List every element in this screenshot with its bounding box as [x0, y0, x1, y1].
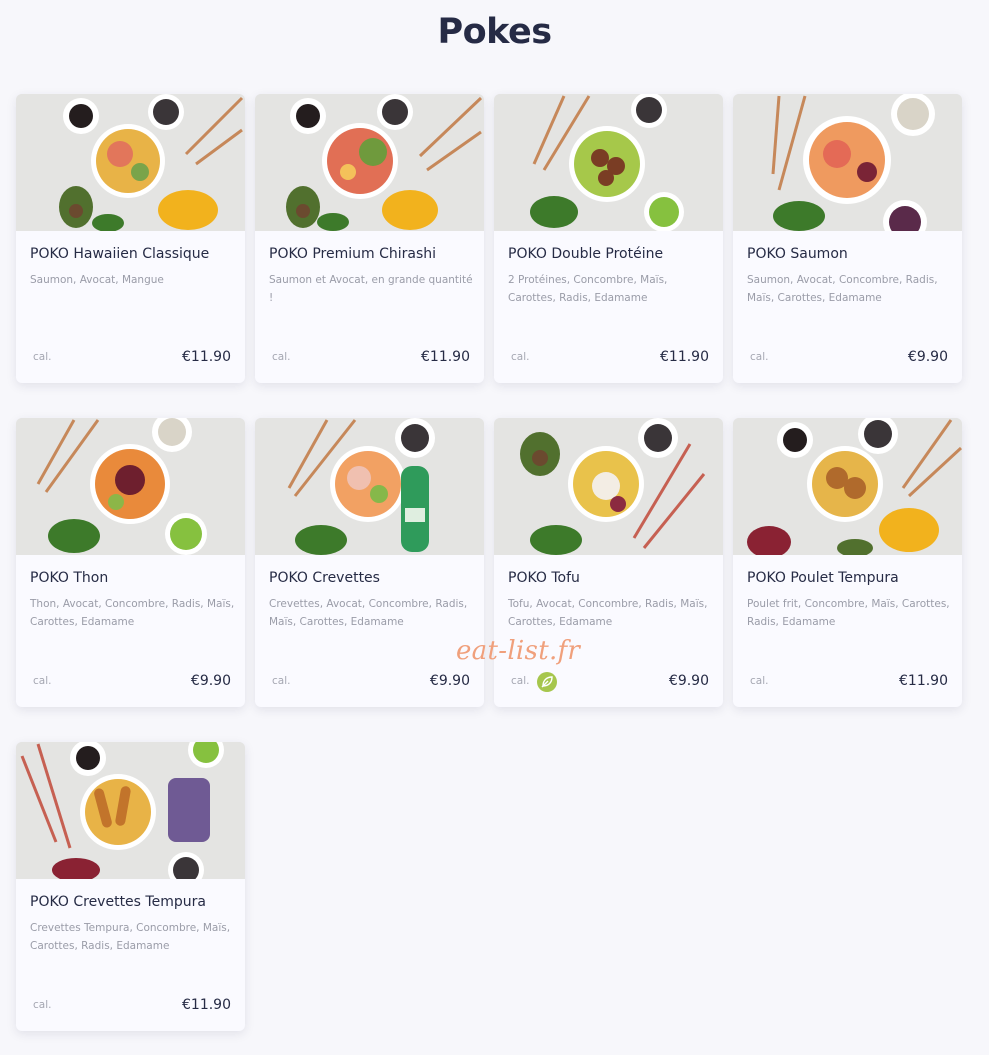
calories-label: cal.: [272, 675, 291, 687]
product-description: Tofu, Avocat, Concombre, Radis, Maïs, Ca…: [508, 598, 708, 628]
calories-label: cal.: [750, 351, 769, 363]
product-name: POKO Double Protéine: [508, 246, 664, 262]
product-price: €11.90: [660, 349, 709, 365]
calories-label: cal.: [750, 675, 769, 687]
product-grid: POKO Hawaiien Classique Saumon, Avocat, …: [16, 94, 962, 1031]
product-price: €11.90: [182, 349, 231, 365]
leaf-icon: [537, 672, 557, 692]
calories-label: cal.: [33, 351, 52, 363]
product-price: €9.90: [429, 673, 470, 689]
product-price: €9.90: [668, 673, 709, 689]
product-card[interactable]: POKO Crevettes Tempura Crevettes Tempura…: [16, 742, 245, 1031]
product-description: Crevettes, Avocat, Concombre, Radis, Maï…: [269, 598, 468, 628]
product-photo: [16, 94, 245, 231]
product-name: POKO Thon: [30, 570, 109, 586]
product-name: POKO Saumon: [747, 246, 848, 262]
product-description: Saumon, Avocat, Mangue: [30, 274, 164, 286]
product-photo: [733, 418, 962, 555]
product-name: POKO Crevettes Tempura: [30, 894, 206, 910]
calories-label: cal.: [33, 675, 52, 687]
product-photo: [494, 94, 723, 231]
product-name: POKO Premium Chirashi: [269, 246, 437, 262]
product-description: Saumon et Avocat, en grande quantité !: [269, 274, 473, 304]
product-price: €9.90: [190, 673, 231, 689]
calories-label: cal.: [272, 351, 291, 363]
product-card[interactable]: POKO Hawaiien Classique Saumon, Avocat, …: [16, 94, 245, 383]
product-description: Crevettes Tempura, Concombre, Maïs, Caro…: [30, 922, 231, 952]
product-name: POKO Poulet Tempura: [747, 570, 899, 586]
product-name: POKO Hawaiien Classique: [30, 246, 210, 262]
product-photo: [16, 418, 245, 555]
product-price: €9.90: [907, 349, 948, 365]
page-title: Pokes: [437, 12, 552, 52]
product-card[interactable]: POKO Saumon Saumon, Avocat, Concombre, R…: [733, 94, 962, 383]
calories-label: cal.: [511, 675, 530, 687]
product-card[interactable]: POKO Premium Chirashi Saumon et Avocat, …: [255, 94, 484, 383]
product-card[interactable]: POKO Poulet Tempura Poulet frit, Concomb…: [733, 418, 962, 707]
product-price: €11.90: [421, 349, 470, 365]
product-card[interactable]: POKO Crevettes Crevettes, Avocat, Concom…: [255, 418, 484, 707]
product-card[interactable]: POKO Double Protéine 2 Protéines, Concom…: [494, 94, 723, 383]
product-photo: [733, 94, 962, 231]
product-description: Poulet frit, Concombre, Maïs, Carottes, …: [747, 598, 950, 628]
product-card[interactable]: POKO Thon Thon, Avocat, Concombre, Radis…: [16, 418, 245, 707]
product-description: 2 Protéines, Concombre, Maïs, Carottes, …: [508, 274, 668, 304]
product-name: POKO Crevettes: [269, 570, 380, 586]
product-photo: [494, 418, 723, 555]
product-photo: [16, 742, 245, 879]
product-photo: [255, 418, 484, 555]
product-price: €11.90: [899, 673, 948, 689]
product-price: €11.90: [182, 997, 231, 1013]
watermark: eat-list.fr: [456, 636, 581, 666]
product-description: Saumon, Avocat, Concombre, Radis, Maïs, …: [747, 274, 938, 304]
product-photo: [255, 94, 484, 231]
calories-label: cal.: [511, 351, 530, 363]
product-name: POKO Tofu: [508, 570, 580, 586]
calories-label: cal.: [33, 999, 52, 1011]
product-description: Thon, Avocat, Concombre, Radis, Maïs, Ca…: [30, 598, 235, 628]
